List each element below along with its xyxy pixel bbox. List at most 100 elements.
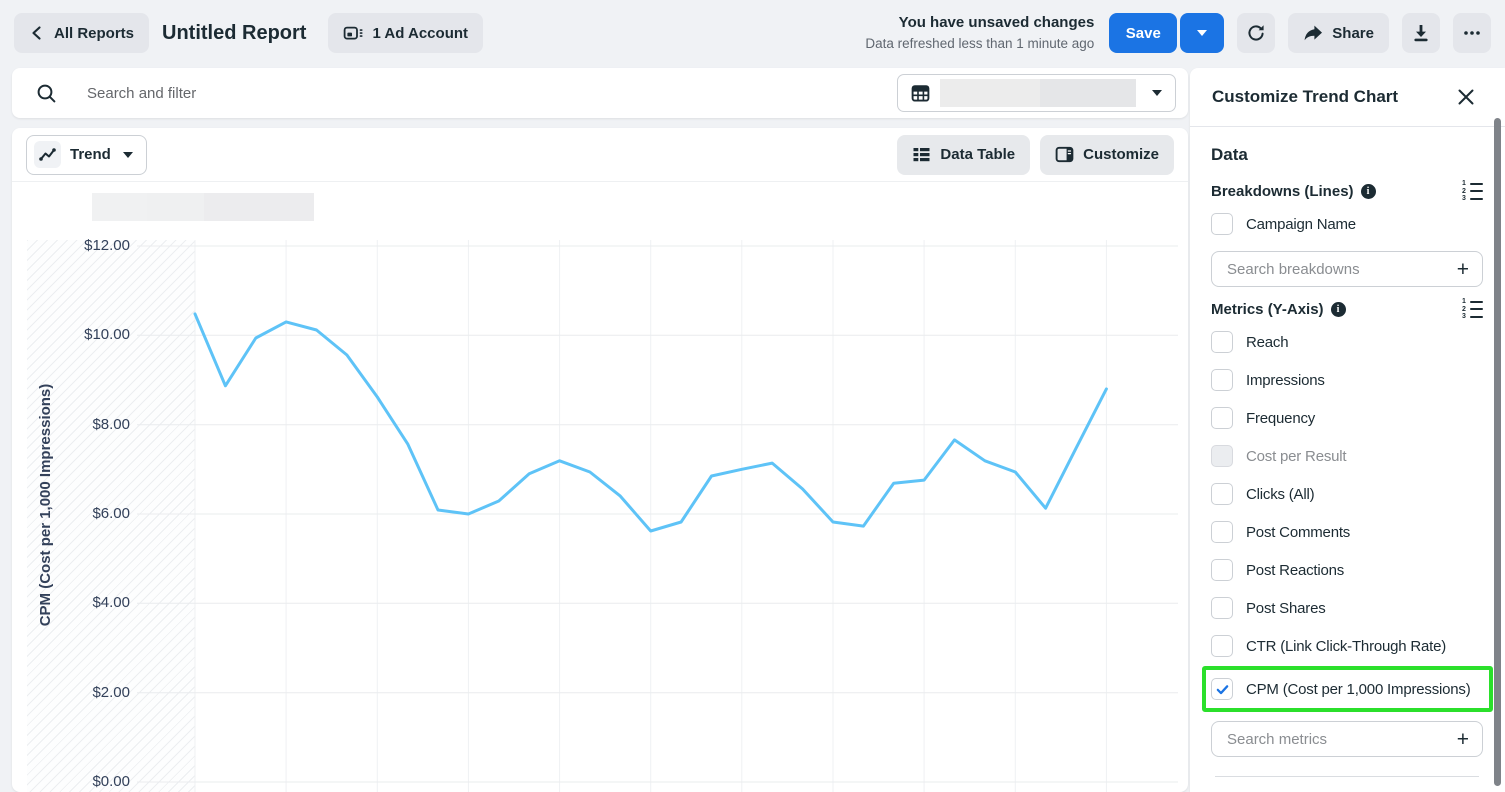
save-split-button: Save [1109,13,1225,53]
checkbox-label: Post Reactions [1246,561,1345,579]
ad-account-button[interactable]: 1 Ad Account [328,13,484,53]
download-icon [1414,25,1428,42]
customize-trend-chart-panel: Customize Trend Chart Data Breakdowns (L… [1190,68,1505,792]
checkbox-label: Cost per Result [1246,447,1347,465]
metric-checkbox-row[interactable]: CPM (Cost per 1,000 Impressions) [1211,670,1483,708]
search-breakdowns-input[interactable] [1225,259,1457,279]
metric-checkbox-row[interactable]: Post Reactions [1211,551,1483,589]
customize-button[interactable]: Customize [1040,134,1174,175]
checkmark-icon [1216,684,1228,694]
share-label: Share [1332,24,1374,42]
metrics-list: Reach Impressions Frequency Cost per Res… [1202,323,1493,712]
search-input[interactable] [85,83,897,103]
checkbox[interactable] [1211,483,1233,505]
y-axis-tick: $12.00 [84,237,130,254]
y-axis-tick: $4.00 [92,594,130,611]
metric-checkbox-row[interactable]: Frequency [1211,399,1483,437]
legend-placeholder [92,193,314,221]
trend-line-icon [34,141,61,168]
unsaved-changes-text: You have unsaved changes [898,14,1095,32]
plus-icon[interactable]: + [1457,259,1469,280]
redacted-date-text [1040,79,1136,107]
info-icon[interactable]: i [1360,183,1376,199]
panel-title: Customize Trend Chart [1212,87,1399,106]
plus-icon[interactable]: + [1457,729,1469,750]
top-bar: All Reports Untitled Report 1 Ad Account… [0,0,1505,66]
metrics-heading: Metrics (Y-Axis) [1211,300,1324,318]
checkbox[interactable] [1211,445,1233,467]
search-metrics-box: + [1211,721,1483,757]
redacted-legend-text [92,193,147,221]
chevron-left-icon [32,26,41,40]
y-axis-title: CPM (Cost per 1,000 Impressions) [37,383,54,627]
info-icon[interactable]: i [1330,301,1346,317]
chart-type-dropdown[interactable]: Trend [26,134,147,175]
panel-header: Customize Trend Chart [1190,68,1505,127]
trend-line-chart [137,240,1178,792]
more-icon [1464,31,1480,35]
checkbox[interactable] [1211,407,1233,429]
share-button[interactable]: Share [1288,13,1389,53]
checkbox-label: Frequency [1246,409,1316,427]
save-button[interactable]: Save [1109,13,1178,53]
metric-checkbox-row[interactable]: Reach [1211,323,1483,361]
checkbox-label: Post Comments [1246,523,1351,541]
y-axis-tick: $2.00 [92,684,130,701]
chart-type-label: Trend [70,146,111,163]
all-reports-label: All Reports [54,24,135,42]
y-axis-tick: $10.00 [84,326,130,343]
y-axis-tick: $8.00 [92,416,130,433]
share-icon [1304,25,1323,41]
trend-chart-plot: $0.00 $2.00 $4.00 $6.00 $8.00 $10.00 $12.00 CP… [12,228,1178,792]
metrics-section-header: Metrics (Y-Axis) i 123 [1211,298,1483,320]
panel-scrollbar[interactable] [1494,118,1501,786]
customize-label: Customize [1083,146,1159,163]
checkbox[interactable] [1211,331,1233,353]
close-panel-button[interactable] [1453,84,1479,110]
checkbox[interactable] [1211,678,1233,700]
all-reports-back-button[interactable]: All Reports [14,13,150,53]
save-status: You have unsaved changes Data refreshed … [865,12,1094,53]
metric-checkbox-row[interactable]: Cost per Result [1211,437,1483,475]
metric-checkbox-row[interactable]: Post Comments [1211,513,1483,551]
breakdowns-heading: Breakdowns (Lines) [1211,182,1354,200]
checkbox-label: Campaign Name [1246,215,1356,233]
checkbox-label: Reach [1246,333,1289,351]
more-button[interactable] [1453,13,1491,53]
data-table-button[interactable]: Data Table [897,134,1031,175]
reorder-list-icon[interactable]: 123 [1462,298,1483,320]
metric-checkbox-row[interactable]: CTR (Link Click-Through Rate) [1211,627,1483,665]
checkbox[interactable] [1211,597,1233,619]
breakdowns-list: Campaign Name [1211,205,1483,243]
checkbox[interactable] [1211,559,1233,581]
download-button[interactable] [1402,13,1440,53]
chevron-down-icon [1152,90,1162,96]
checkbox[interactable] [1211,213,1233,235]
metric-checkbox-row[interactable]: Clicks (All) [1211,475,1483,513]
ad-account-label: 1 Ad Account [372,24,469,42]
refresh-button[interactable] [1237,13,1276,53]
checkbox-label: CTR (Link Click-Through Rate) [1246,637,1447,655]
checkbox[interactable] [1211,521,1233,543]
checkbox[interactable] [1211,369,1233,391]
save-options-button[interactable] [1180,13,1225,53]
checkbox-label: Post Shares [1246,599,1326,617]
checkbox-label: Clicks (All) [1246,485,1315,503]
reorder-list-icon[interactable]: 123 [1462,180,1483,202]
checkbox[interactable] [1211,635,1233,657]
metric-checkbox-row[interactable]: Campaign Name [1211,205,1483,243]
date-range-dropdown[interactable] [897,74,1176,112]
chart-toolbar: Trend Data Table Customize [12,128,1188,182]
close-icon [1458,89,1474,105]
data-table-label: Data Table [940,146,1016,163]
trend-chart-card: Trend Data Table Customize $0.00 $2.00 $… [12,128,1188,792]
data-section-heading: Data [1211,145,1248,164]
search-breakdowns-box: + [1211,251,1483,287]
metric-checkbox-row[interactable]: Post Shares [1211,589,1483,627]
breakdowns-section-header: Breakdowns (Lines) i 123 [1211,180,1483,202]
search-metrics-input[interactable] [1225,729,1457,749]
checkbox-label: Impressions [1246,371,1325,389]
checkbox-label: CPM (Cost per 1,000 Impressions) [1246,680,1471,698]
search-icon [37,84,56,102]
metric-checkbox-row[interactable]: Impressions [1211,361,1483,399]
